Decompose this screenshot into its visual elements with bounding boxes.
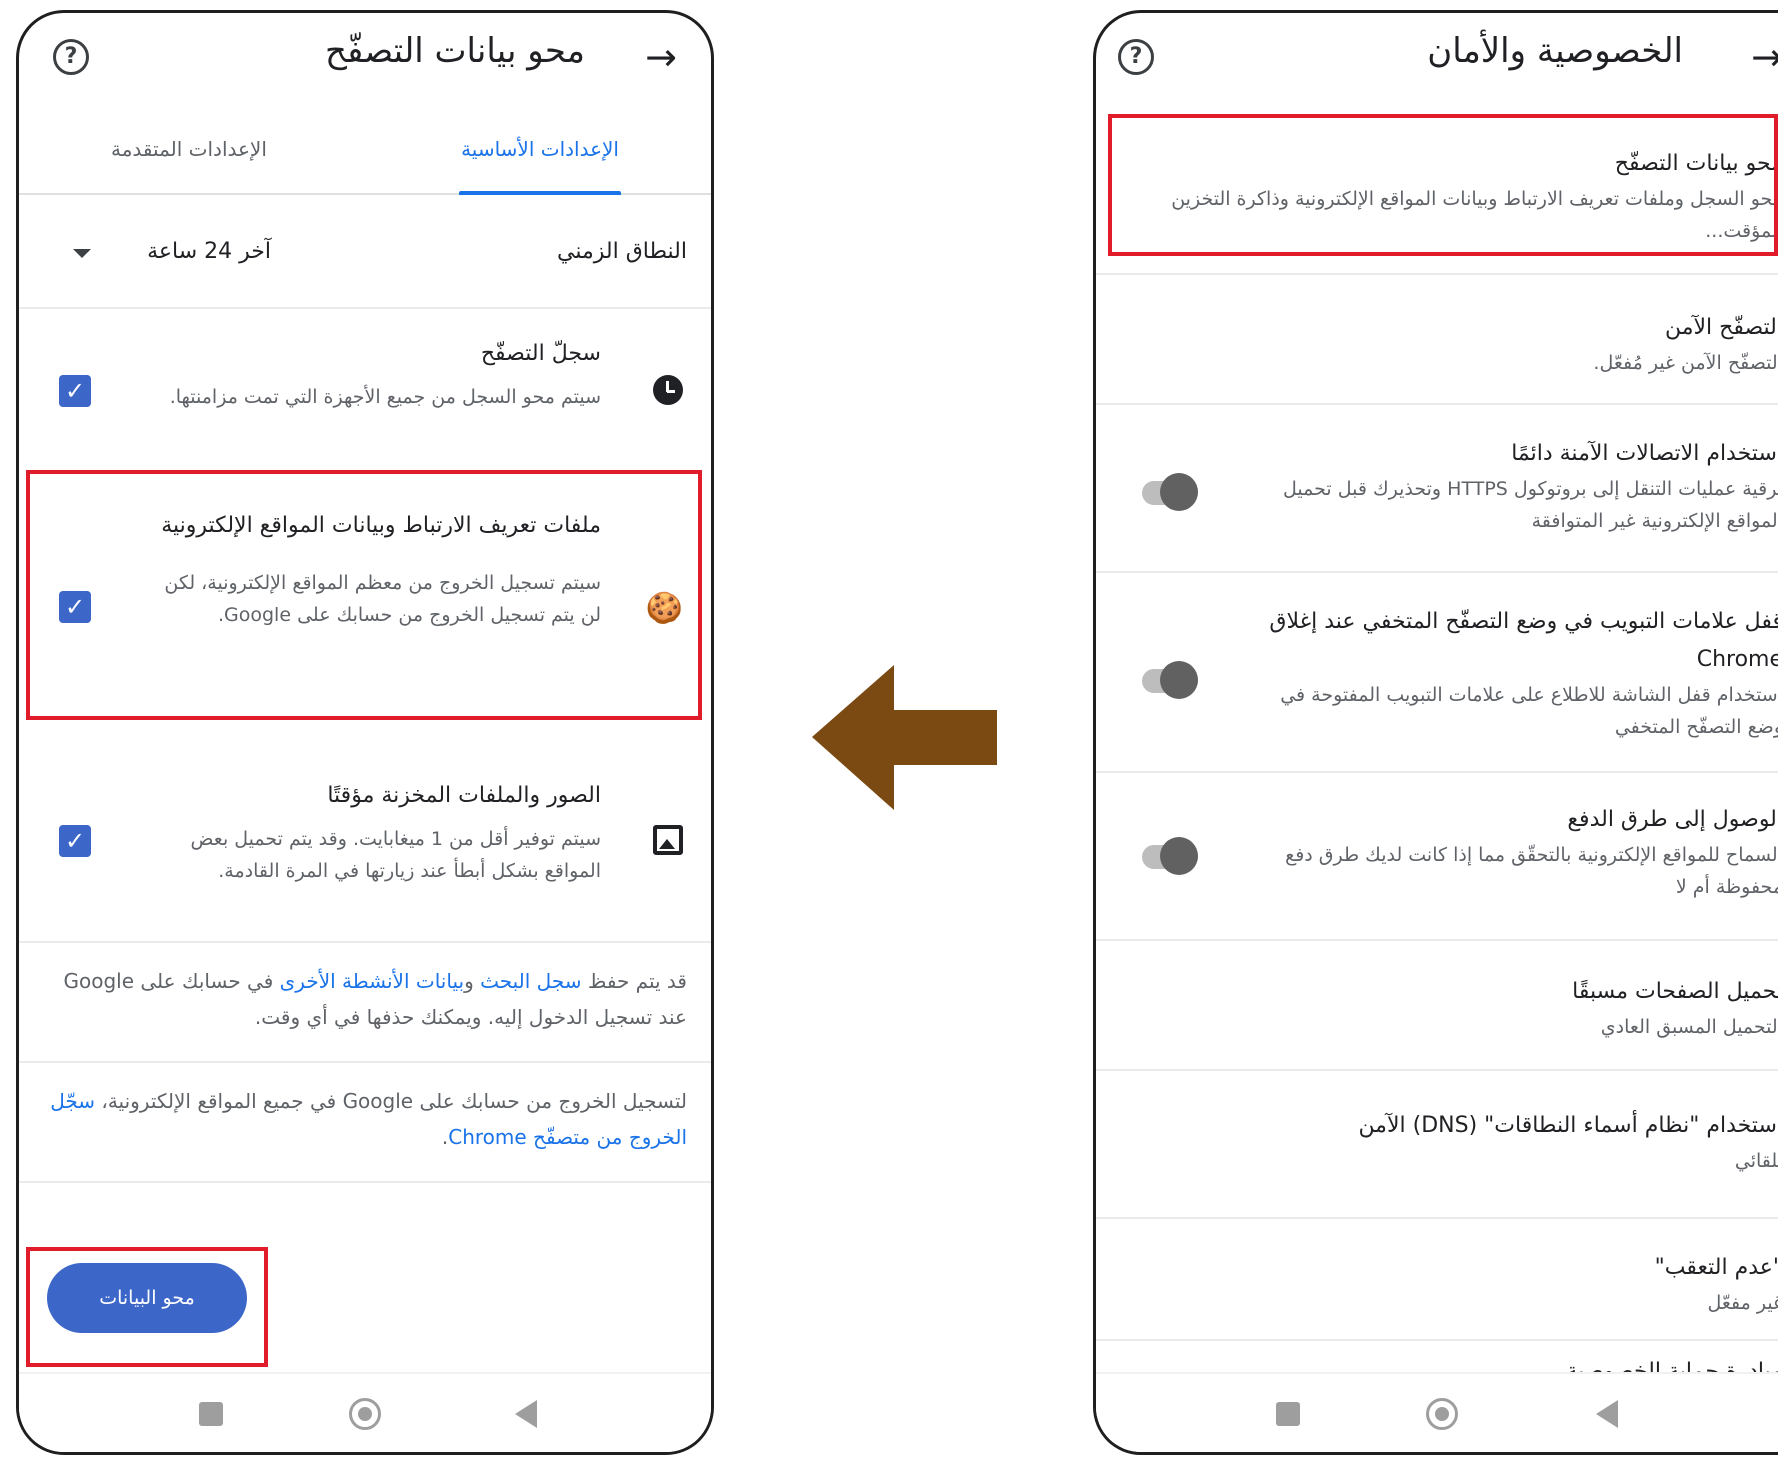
left-arrow-icon (812, 665, 997, 810)
setting-do-not-track[interactable]: "عدم التعقب" غير مفعّل (1096, 1219, 1778, 1341)
setting-preload-pages[interactable]: تحميل الصفحات مسبقًا التحميل المسبق العا… (1096, 941, 1778, 1071)
page-title: الخصوصية والأمان (1427, 31, 1683, 71)
recents-square-icon[interactable] (1276, 1402, 1300, 1426)
list-item-history[interactable]: سجلّ التصفّح سيتم محو السجل من جميع الأج… (19, 331, 711, 471)
setting-desc: السماح للمواقع الإلكترونية بالتحقّق مما … (1285, 844, 1778, 898)
tabs: الإعدادات الأساسية الإعدادات المتقدمة (19, 105, 711, 195)
system-nav-bar (1096, 1372, 1778, 1452)
help-icon[interactable]: ? (53, 39, 89, 75)
clock-icon (647, 375, 683, 411)
list-item-cache[interactable]: الصور والملفات المخزنة مؤقتًا سيتم توفير… (19, 771, 711, 931)
highlight-clear-browsing-data (1108, 114, 1778, 256)
time-range-selector[interactable]: النطاق الزمني آخر 24 ساعة (19, 209, 711, 309)
highlight-clear-button (26, 1247, 268, 1367)
info-text-part: لتسجيل الخروج من حسابك على Google في جمي… (95, 1089, 687, 1113)
toggle-knob (1160, 837, 1198, 875)
time-range-label: النطاق الزمني (557, 239, 687, 264)
info-text-part: قد يتم حفظ (581, 969, 687, 993)
setting-safe-browsing[interactable]: التصفّح الآمن التصفّح الآمن غير مُفعّل. (1096, 275, 1778, 405)
back-triangle-icon[interactable] (1596, 1400, 1618, 1428)
tab-basic[interactable]: الإعدادات الأساسية (461, 137, 619, 161)
setting-title: "عدم التعقب" (1654, 1255, 1778, 1280)
back-arrow-icon[interactable]: → (1751, 35, 1778, 79)
page-title: محو بيانات التصفّح (325, 31, 585, 71)
setting-title: التصفّح الآمن (1664, 315, 1778, 340)
image-icon (647, 825, 683, 861)
home-circle-icon[interactable] (349, 1398, 381, 1430)
system-nav-bar (19, 1372, 711, 1452)
recents-square-icon[interactable] (199, 1402, 223, 1426)
setting-title: استخدام "نظام أسماء النطاقات" (DNS) الآم… (1358, 1113, 1778, 1138)
info-text-activity: قد يتم حفظ سجل البحث وبيانات الأنشطة الأ… (43, 963, 688, 1035)
setting-secure-dns[interactable]: استخدام "نظام أسماء النطاقات" (DNS) الآم… (1096, 1071, 1778, 1219)
cache-checkbox[interactable]: ✓ (59, 825, 91, 857)
divider (19, 1061, 711, 1063)
https-toggle[interactable] (1142, 473, 1198, 511)
setting-title: قفل علامات التبويب في وضع التصفّح المتخف… (1269, 609, 1778, 672)
back-triangle-icon[interactable] (515, 1400, 537, 1428)
dropdown-arrow-icon[interactable] (73, 249, 91, 258)
app-bar: → الخصوصية والأمان ? (1096, 13, 1778, 105)
setting-https-always[interactable]: استخدام الاتصالات الآمنة دائمًا ترقية عم… (1096, 405, 1778, 573)
setting-desc: غير مفعّل (1707, 1292, 1778, 1314)
item-title: سجلّ التصفّح (480, 341, 601, 366)
setting-desc: ترقية عمليات التنقل إلى بروتوكول HTTPS و… (1283, 478, 1778, 532)
setting-desc: التصفّح الآمن غير مُفعّل. (1593, 352, 1778, 374)
home-circle-icon[interactable] (1426, 1398, 1458, 1430)
app-bar: → محو بيانات التصفّح ? (19, 13, 711, 105)
info-text-part: و (464, 969, 481, 993)
divider (19, 941, 711, 943)
other-activity-link[interactable]: بيانات الأنشطة الأخرى (280, 969, 464, 993)
setting-title: الوصول إلى طرق الدفع (1567, 807, 1778, 832)
setting-desc: تلقائي (1734, 1150, 1778, 1172)
info-text-signout: لتسجيل الخروج من حسابك على Google في جمي… (43, 1083, 687, 1155)
setting-payment-methods[interactable]: الوصول إلى طرق الدفع السماح للمواقع الإل… (1096, 773, 1778, 941)
incognito-lock-toggle[interactable] (1142, 661, 1198, 699)
payment-toggle[interactable] (1142, 837, 1198, 875)
item-desc: سيتم محو السجل من جميع الأجهزة التي تمت … (169, 386, 601, 408)
phone-left: → محو بيانات التصفّح ? الإعدادات الأساسي… (16, 10, 714, 1455)
tab-indicator (459, 191, 621, 195)
setting-lock-incognito[interactable]: قفل علامات التبويب في وضع التصفّح المتخف… (1096, 573, 1778, 773)
item-desc: سيتم توفير أقل من 1 ميغابايت. وقد يتم تح… (190, 828, 602, 882)
setting-desc: التحميل المسبق العادي (1600, 1016, 1778, 1038)
time-range-value: آخر 24 ساعة (147, 239, 271, 264)
setting-desc: استخدام قفل الشاشة للاطلاع على علامات ال… (1280, 684, 1778, 738)
history-checkbox[interactable]: ✓ (59, 375, 91, 407)
highlight-cookies (26, 470, 702, 720)
toggle-knob (1160, 661, 1198, 699)
search-history-link[interactable]: سجل البحث (480, 969, 581, 993)
tab-advanced[interactable]: الإعدادات المتقدمة (111, 137, 267, 161)
divider (19, 307, 711, 309)
help-icon[interactable]: ? (1118, 39, 1154, 75)
setting-title: تحميل الصفحات مسبقًا (1572, 979, 1778, 1004)
divider (19, 1181, 711, 1183)
toggle-knob (1160, 473, 1198, 511)
back-arrow-icon[interactable]: → (645, 35, 677, 79)
item-title: الصور والملفات المخزنة مؤقتًا (327, 783, 601, 808)
setting-title: استخدام الاتصالات الآمنة دائمًا (1511, 441, 1778, 466)
